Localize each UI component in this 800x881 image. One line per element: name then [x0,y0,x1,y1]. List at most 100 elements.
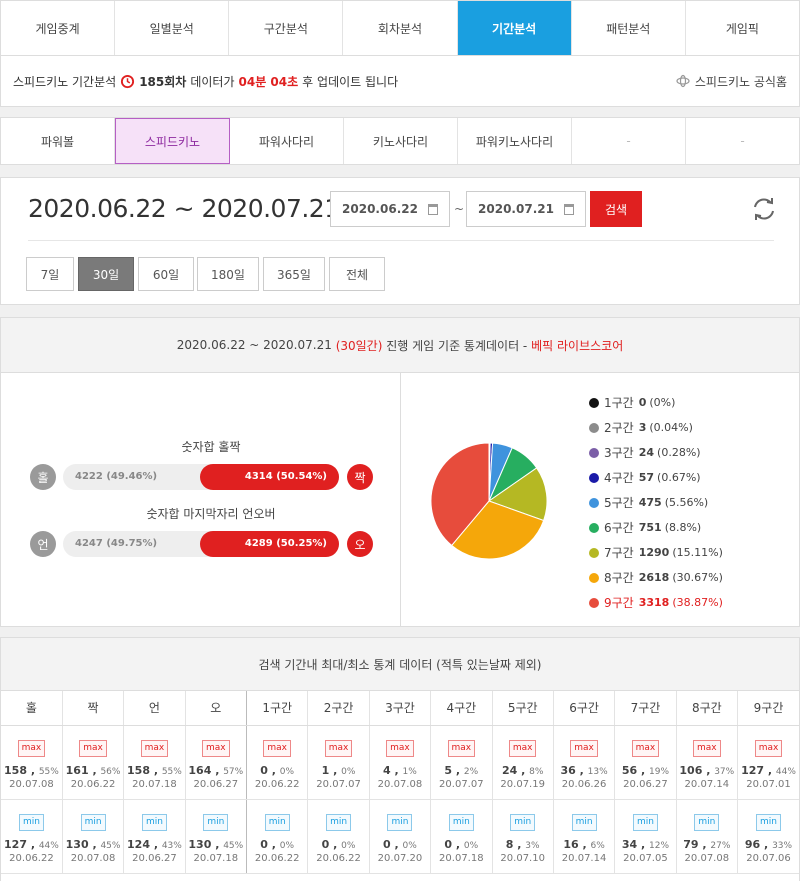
over-badge: 오 [347,531,373,557]
max-value: 161 , 56% [65,763,121,777]
column-header: 7구간 [614,691,677,726]
min-date: 20.06.22 [316,852,361,864]
percent: 0% [463,840,479,851]
refresh-icon[interactable] [750,195,778,223]
min-cell: min 79 , 27% 20.07.08 [676,799,739,874]
min-tag: min [448,813,474,831]
top-tab[interactable]: 게임픽 [686,1,799,55]
date-to-input[interactable]: 2020.07.21 [466,191,586,227]
count: 127 [4,837,27,851]
max-date: 20.07.07 [439,778,484,790]
game-tab[interactable]: - [686,118,799,164]
min-tag: min [694,813,720,831]
stats-header: 2020.06.22 ~ 2020.07.21 (30일간) 진행 게임 기준 … [1,318,799,373]
legend-value: 3 [638,421,647,434]
calendar-icon [563,203,574,215]
min-cell: min 130 , 45% 20.07.18 [185,799,248,874]
legend-percent: (8.8%) [664,521,702,534]
game-tab[interactable]: 스피드키노 [115,118,230,164]
legend-name: 6구간 [604,521,634,535]
max-value: 158 , 55% [127,763,182,777]
min-cell: min 0 , 0% 20.06.22 [246,799,309,874]
min-tag: min [326,813,352,831]
column-header: 1구간 [246,691,309,726]
count: 4 [383,763,391,777]
game-tab[interactable]: 파워볼 [1,118,115,164]
top-tab[interactable]: 기간분석 [457,1,572,55]
legend-value: 57 [638,471,655,484]
game-tab[interactable]: 파워사다리 [230,118,344,164]
count: 124 [127,837,150,851]
official-link[interactable]: 스피드키노 공식홈 [675,73,787,90]
column-header: 3구간 [369,691,432,726]
min-tag: min [18,813,44,831]
top-tab[interactable]: 패턴분석 [572,1,686,55]
count: 106 [679,763,703,777]
min-tag: min [632,813,658,831]
legend-percent: (5.56%) [664,496,709,509]
max-cell: max 56 , 19% 20.06.27 [614,725,677,800]
period-button[interactable]: 180일 [197,257,259,291]
max-date: 20.07.19 [500,778,545,790]
date-from-input[interactable]: 2020.06.22 [330,191,450,227]
max-cell: max 158 , 55% 20.07.18 [123,725,186,800]
percent: 0% [279,766,295,777]
top-tab[interactable]: 구간분석 [229,1,344,55]
search-button[interactable]: 검색 [590,191,642,227]
divider [28,240,774,241]
top-tab[interactable]: 일별분석 [115,1,230,55]
game-tab[interactable]: 키노사다리 [344,118,458,164]
underover-bar: 4247 (49.75%) 4289 (50.25%) [63,531,339,557]
period-button[interactable]: 30일 [78,257,134,291]
min-cell: min 0 , 0% 20.07.20 [369,799,432,874]
max-tag: max [202,739,230,757]
game-tab[interactable]: 파워키노사다리 [458,118,572,164]
max-value: 106 , 37% [679,763,735,777]
percent: 55% [161,766,182,777]
date-from-value: 2020.06.22 [342,202,418,216]
period-button[interactable]: 365일 [263,257,325,291]
game-tab[interactable]: - [572,118,686,164]
max-tag: max [263,739,291,757]
legend-percent: (0.04%) [649,421,693,434]
period-button[interactable]: 7일 [26,257,74,291]
even-value: 4314 (50.54%) [244,471,327,482]
max-cell: max 5 , 2% 20.07.07 [430,725,493,800]
column-header: 짝 [62,691,125,726]
min-tag: min [80,813,106,831]
period-button[interactable]: 전체 [329,257,385,291]
top-tab[interactable]: 게임중계 [1,1,116,55]
legend-item: 4구간 57 (0.67%) [589,465,723,490]
legend-item: 2구간 3 (0.04%) [589,415,723,440]
max-cell: max 24 , 8% 20.07.19 [492,725,554,800]
under-value: 4247 (49.75%) [75,538,158,549]
date-to-value: 2020.07.21 [478,202,554,216]
column-header: 8구간 [676,691,739,726]
max-date: 20.06.27 [193,778,239,790]
legend-value: 751 [638,521,662,534]
legend-dot [589,447,599,458]
percent: 44% [775,766,796,777]
legend-item: 9구간 3318 (38.87%) [589,590,723,615]
top-tab[interactable]: 회차분석 [343,1,458,55]
count: 96 [744,837,761,851]
period-button[interactable]: 60일 [138,257,194,291]
min-date: 20.07.14 [561,852,607,864]
legend-item: 6구간 751 (8.8%) [589,515,723,540]
min-cell: min 130 , 45% 20.07.08 [62,799,125,874]
odd-value: 4222 (49.46%) [75,471,158,482]
count: 79 [683,837,699,851]
over-value: 4289 (50.25%) [244,538,327,549]
count: 161 [65,763,89,777]
percent: 55% [38,766,59,777]
max-date: 20.06.22 [254,778,300,790]
max-tag: max [386,739,414,757]
percent: 19% [649,766,670,777]
min-tag: min [510,813,536,831]
min-value: 130 , 45% [65,837,121,851]
count: 164 [188,763,212,777]
minmax-panel: 검색 기간내 최대/최소 통계 데이터 (적특 있는날짜 제외) 홀 짝 언 오 1구간… [0,637,800,881]
legend-percent: (0%) [649,396,676,409]
column-header: 오 [185,691,248,726]
count: 130 [188,837,212,851]
